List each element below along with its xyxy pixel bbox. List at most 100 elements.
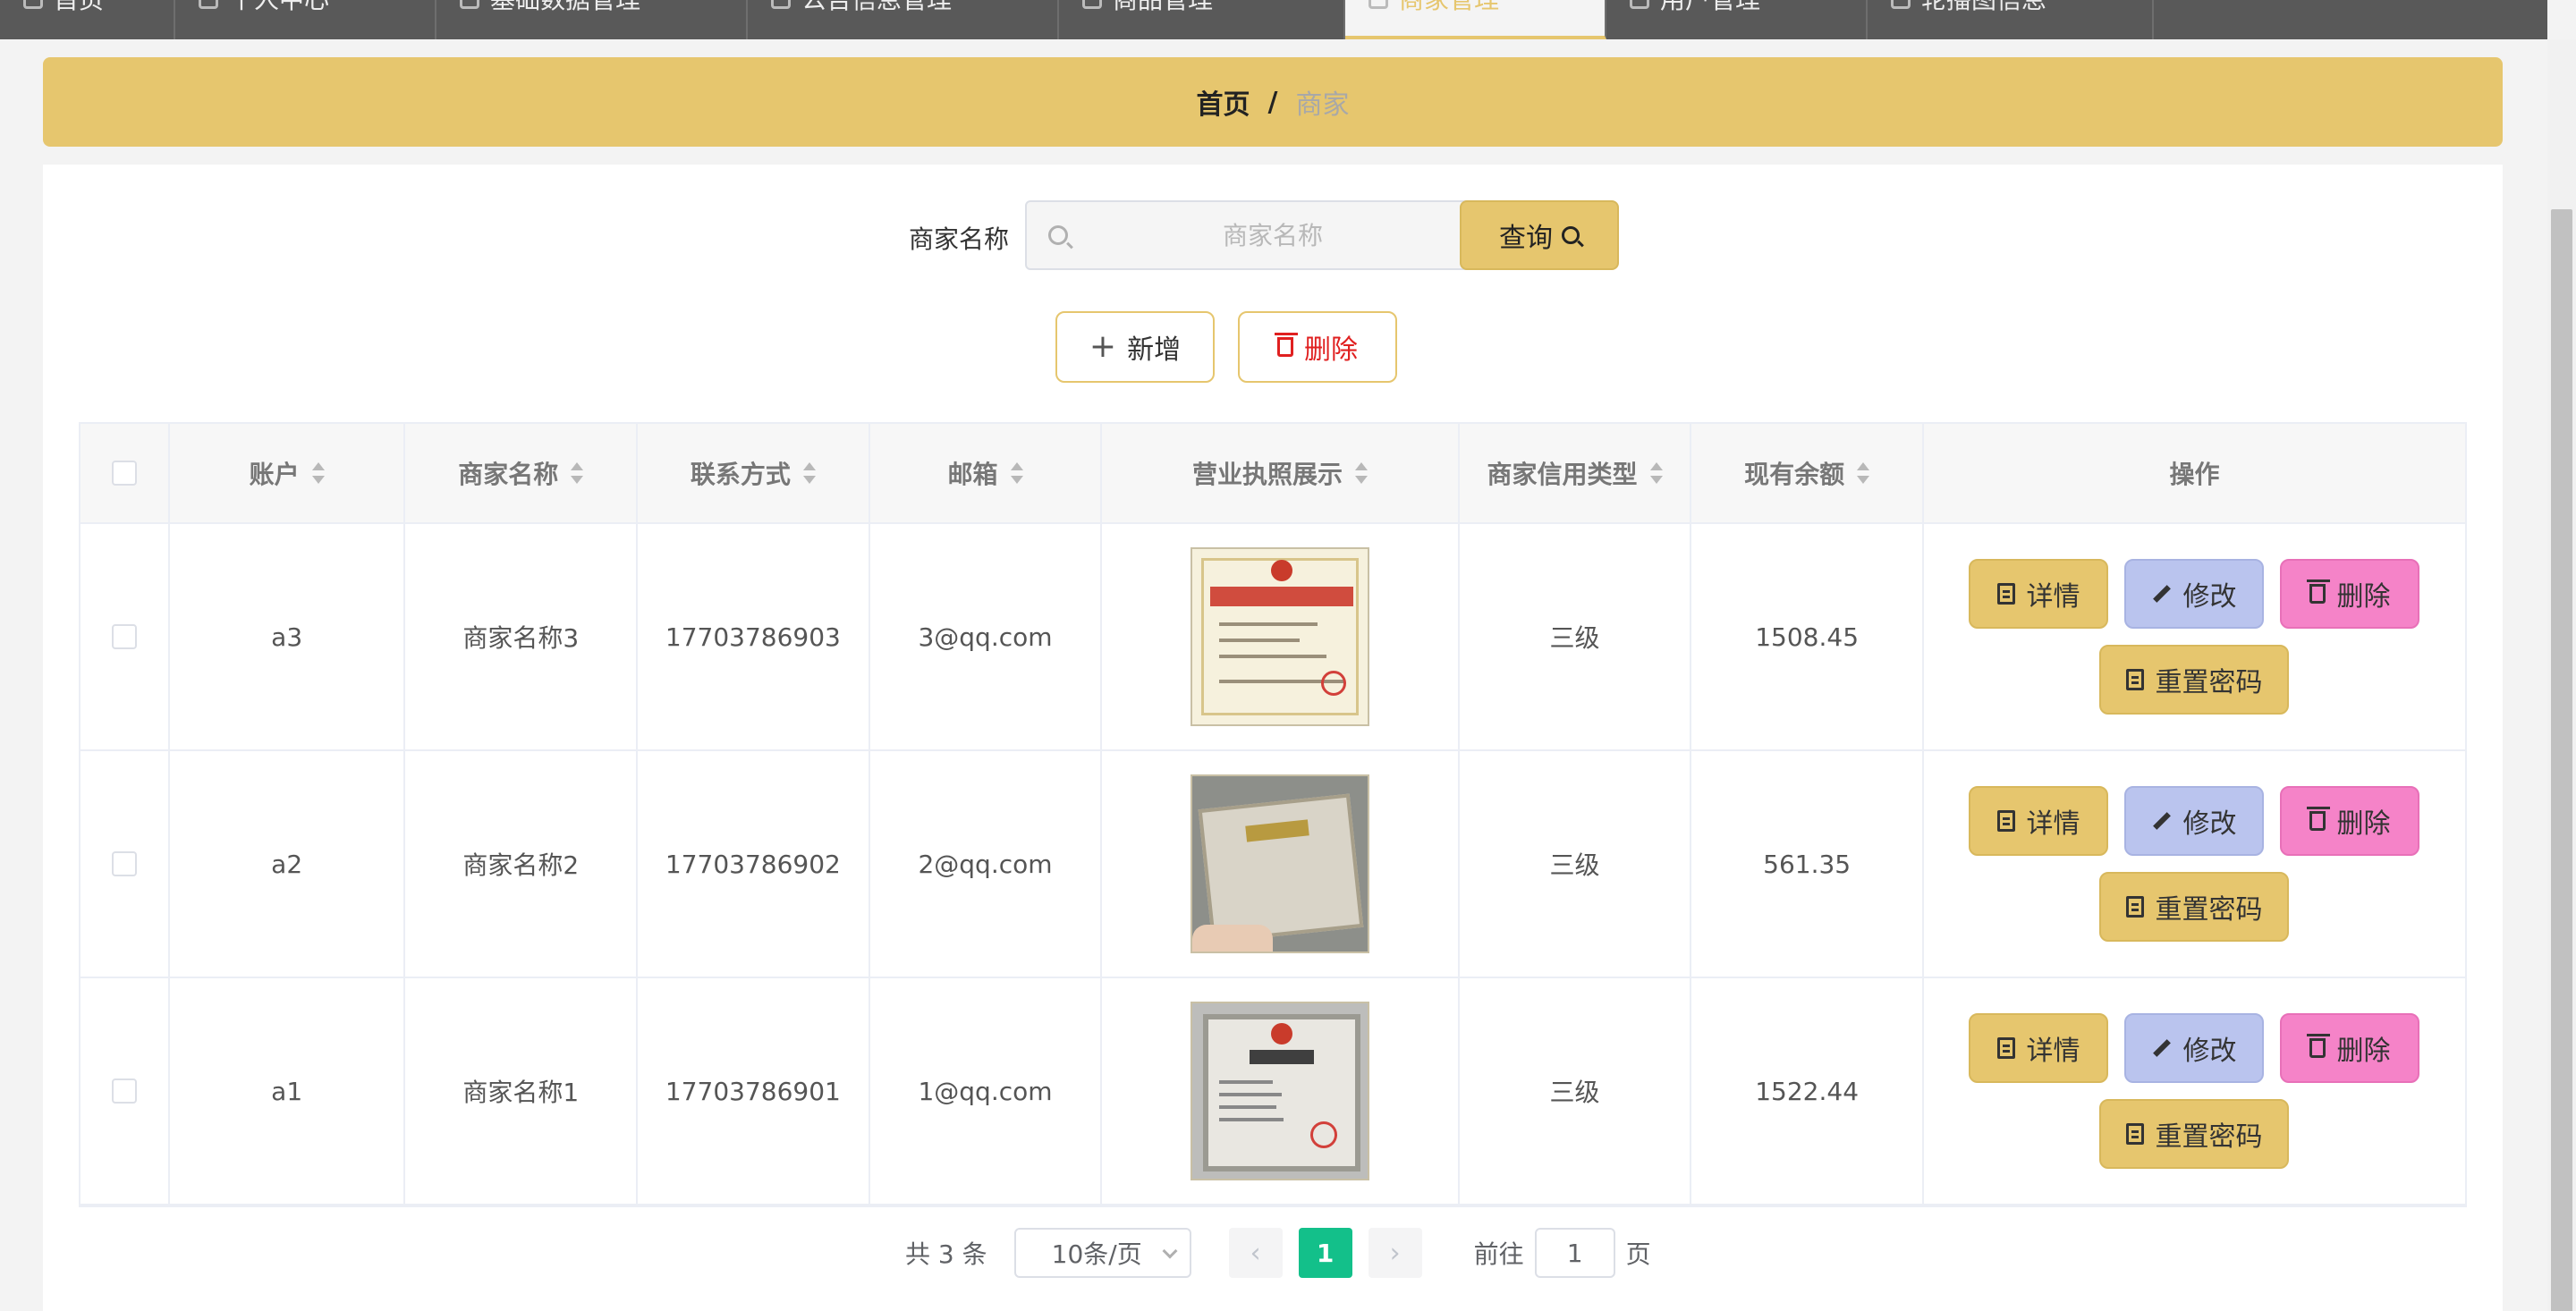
cell-account: a3 [170, 524, 406, 749]
license-image[interactable] [1191, 1002, 1369, 1180]
top-nav: 首页 个人中心 基础数据管理 公告信息管理 商品管理 商家管理 用户管理 轮播图… [0, 0, 2547, 39]
document-icon [2126, 669, 2145, 690]
delete-label: 删除 [2336, 581, 2391, 613]
detail-button[interactable]: 详情 [1969, 1013, 2109, 1083]
tab-label: 基础数据管理 [490, 0, 640, 16]
user-icon [199, 0, 218, 9]
cell-account: a1 [170, 978, 406, 1204]
detail-button[interactable]: 详情 [1969, 559, 2109, 629]
edit-button[interactable]: 修改 [2124, 559, 2265, 629]
header-label: 营业执照展示 [1191, 460, 1343, 489]
breadcrumb-home[interactable]: 首页 [1197, 82, 1250, 122]
document-icon [1997, 583, 2016, 605]
sort-icon[interactable] [1649, 462, 1663, 484]
reset-label: 重置密码 [2155, 1121, 2263, 1153]
delete-button[interactable]: 删除 [2280, 786, 2420, 856]
select-all-checkbox[interactable] [111, 461, 137, 486]
chevron-right-icon: › [1389, 1237, 1401, 1269]
cell-phone: 17703786903 [638, 524, 870, 749]
page-size-select[interactable]: 10条/页 [1013, 1228, 1191, 1278]
tab-users[interactable]: 用户管理 [1606, 0, 1868, 39]
cell-email: 3@qq.com [870, 524, 1103, 749]
row-select [80, 751, 170, 977]
tab-label: 公告信息管理 [801, 0, 952, 16]
page-number-current[interactable]: 1 [1298, 1228, 1352, 1278]
cell-phone: 17703786901 [638, 978, 870, 1204]
cell-credit: 三级 [1460, 978, 1692, 1204]
cell-license [1102, 524, 1460, 749]
scrollbar-thumb[interactable] [2551, 209, 2572, 1311]
reset-label: 重置密码 [2155, 667, 2263, 698]
header-license[interactable]: 营业执照展示 [1102, 424, 1460, 522]
chevron-left-icon: ‹ [1250, 1237, 1261, 1269]
row-checkbox[interactable] [111, 1078, 137, 1104]
delete-button[interactable]: 删除 [2280, 559, 2420, 629]
add-button[interactable]: + 新增 [1055, 311, 1215, 383]
row-select [80, 978, 170, 1204]
search-field[interactable] [1025, 200, 1485, 270]
sort-icon[interactable] [571, 462, 584, 484]
reset-password-button[interactable]: 重置密码 [2099, 872, 2290, 942]
sort-icon[interactable] [1010, 462, 1023, 484]
breadcrumb-current: 商家 [1295, 89, 1350, 121]
document-icon [2126, 1123, 2145, 1145]
header-actions: 操作 [1924, 424, 2465, 522]
table-header: 账户 商家名称 联系方式 邮箱 营业执照展示 商家信用类型 现有余额 操作 [80, 424, 2465, 524]
chevron-down-icon [1162, 1243, 1178, 1259]
header-email[interactable]: 邮箱 [870, 424, 1103, 522]
query-button[interactable]: 查询 [1460, 200, 1619, 270]
delete-label: 删除 [2336, 1036, 2391, 1067]
cell-credit: 三级 [1460, 751, 1692, 977]
license-image[interactable] [1191, 547, 1369, 726]
sort-icon[interactable] [1857, 462, 1870, 484]
info-icon [771, 0, 791, 9]
tab-profile[interactable]: 个人中心 [175, 0, 436, 39]
tab-home[interactable]: 首页 [0, 0, 175, 39]
tab-label: 个人中心 [229, 0, 329, 16]
tab-merchants[interactable]: 商家管理 [1345, 0, 1606, 39]
header-label: 现有余额 [1744, 460, 1845, 489]
goto-page-input[interactable] [1534, 1228, 1615, 1278]
header-balance[interactable]: 现有余额 [1691, 424, 1924, 522]
trash-icon [2307, 1034, 2331, 1058]
add-label: 新增 [1127, 334, 1182, 366]
delete-label: 删除 [1304, 334, 1358, 366]
header-phone[interactable]: 联系方式 [638, 424, 870, 522]
tab-carousel[interactable]: 轮播图信息 [1868, 0, 2154, 39]
tab-announcements[interactable]: 公告信息管理 [748, 0, 1059, 39]
edit-label: 修改 [2182, 1036, 2237, 1067]
header-account[interactable]: 账户 [170, 424, 406, 522]
next-page-button[interactable]: › [1368, 1228, 1422, 1278]
row-checkbox[interactable] [111, 624, 137, 649]
detail-button[interactable]: 详情 [1969, 786, 2109, 856]
delete-button[interactable]: 删除 [2280, 1013, 2420, 1083]
cell-credit: 三级 [1460, 524, 1692, 749]
pagination: 共 3 条 10条/页 ‹ 1 › 前往 页 [905, 1227, 1651, 1279]
tab-basic-data[interactable]: 基础数据管理 [436, 0, 748, 39]
header-credit[interactable]: 商家信用类型 [1460, 424, 1692, 522]
goto-unit: 页 [1625, 1239, 1651, 1269]
scrollbar[interactable] [2547, 39, 2576, 1311]
search-input[interactable] [1080, 202, 1465, 268]
license-image[interactable] [1191, 774, 1369, 953]
reset-password-button[interactable]: 重置密码 [2099, 1099, 2290, 1169]
sort-icon[interactable] [802, 462, 816, 484]
sort-icon[interactable] [311, 462, 325, 484]
header-label: 邮箱 [947, 460, 998, 489]
prev-page-button[interactable]: ‹ [1228, 1228, 1283, 1278]
sort-icon[interactable] [1355, 462, 1368, 484]
page-size-value: 10条/页 [1051, 1239, 1142, 1269]
reset-password-button[interactable]: 重置密码 [2099, 645, 2290, 715]
cell-balance: 1522.44 [1691, 978, 1924, 1204]
detail-label: 详情 [2026, 808, 2080, 840]
header-label: 联系方式 [690, 460, 791, 489]
header-label: 操作 [2169, 460, 2220, 489]
cell-email: 1@qq.com [870, 978, 1103, 1204]
row-checkbox[interactable] [111, 851, 137, 876]
edit-button[interactable]: 修改 [2124, 786, 2265, 856]
cell-name: 商家名称3 [405, 524, 639, 749]
header-name[interactable]: 商家名称 [405, 424, 639, 522]
tab-products[interactable]: 商品管理 [1059, 0, 1345, 39]
batch-delete-button[interactable]: 删除 [1238, 311, 1397, 383]
edit-button[interactable]: 修改 [2124, 1013, 2265, 1083]
